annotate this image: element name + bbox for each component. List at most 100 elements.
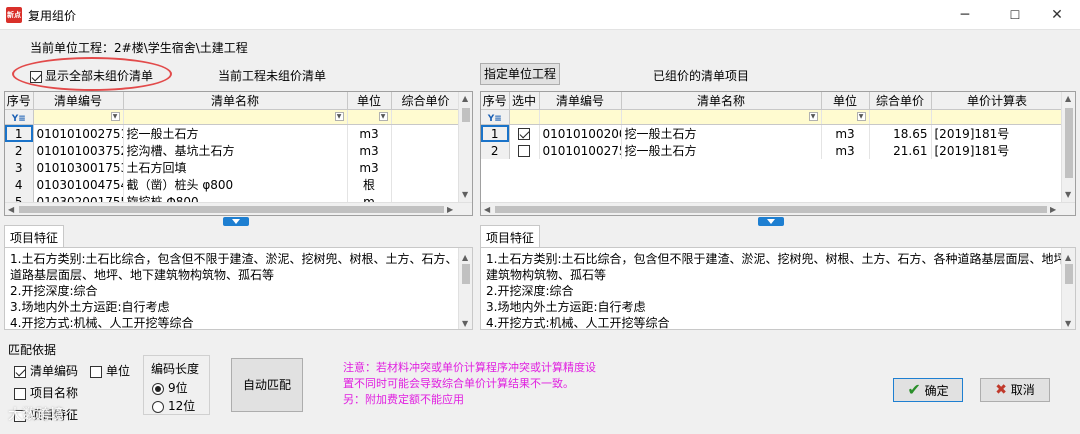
match-option-unit[interactable]: 单位 — [90, 362, 130, 379]
cell-unit[interactable]: m3 — [347, 142, 392, 159]
filter-cell[interactable]: ▼ — [821, 109, 870, 125]
right-grid[interactable]: 序号 选中 清单编号 清单名称 单位 综合单价 单价计算表 Y≡ ▼ ▼ 1 0… — [480, 91, 1076, 216]
left-grid-hscroll[interactable]: ◀ ▶ — [5, 202, 472, 215]
cell-code[interactable]: 010301004754 — [33, 176, 124, 193]
col-header-name[interactable]: 清单名称 — [621, 92, 822, 110]
col-header-no[interactable]: 序号 — [5, 92, 34, 110]
cell-code[interactable]: 010101003752 — [33, 142, 124, 159]
left-feature-text[interactable]: 1.土石方类别:土石比综合，包含但不限于建渣、淤泥、挖树兜、树根、土方、石方、各… — [4, 247, 473, 330]
left-grid[interactable]: 序号 清单编号 清单名称 单位 综合单价 Y≡ ▼ ▼ ▼ 1 01010100… — [4, 91, 473, 216]
right-feature-text[interactable]: 1.土石方类别:土石比综合，包含但不限于建渣、淤泥、挖树兜、树根、土方、石方、各… — [480, 247, 1076, 330]
row-number[interactable]: 1 — [5, 124, 34, 142]
cancel-button[interactable]: ✖ 取消 — [980, 378, 1050, 402]
specify-project-button[interactable]: 指定单位工程 — [480, 63, 560, 85]
table-row[interactable]: 2 010101003752 挖沟槽、基坑土石方 m3 — [5, 142, 461, 159]
dropdown-icon[interactable]: ▼ — [808, 112, 818, 121]
cell-code[interactable]: 010103001753 — [33, 159, 124, 176]
row-number[interactable]: 2 — [5, 142, 34, 159]
filter-cell[interactable] — [509, 109, 540, 125]
left-feature-tab[interactable]: 项目特征 — [4, 225, 65, 247]
auto-match-button[interactable]: 自动匹配 — [231, 358, 303, 412]
cell-selected[interactable] — [509, 142, 540, 159]
match-option-name[interactable]: 项目名称 — [14, 384, 78, 401]
show-all-check-icon[interactable] — [30, 70, 42, 83]
filter-cell[interactable] — [931, 109, 1064, 125]
row-number[interactable]: 3 — [5, 159, 34, 176]
close-button[interactable]: ✕ — [1034, 0, 1080, 30]
cell-price[interactable] — [391, 159, 461, 176]
dropdown-icon[interactable]: ▼ — [334, 112, 344, 121]
cell-code[interactable]: 010101002001 — [539, 124, 622, 142]
row-checkbox[interactable] — [518, 145, 530, 157]
filter-row[interactable]: Y≡ ▼ ▼ ▼ — [5, 109, 461, 125]
right-feature-tab[interactable]: 项目特征 — [480, 225, 541, 247]
scroll-thumb[interactable] — [495, 206, 1047, 213]
radio-icon[interactable] — [152, 382, 164, 395]
cell-price[interactable] — [391, 124, 461, 142]
code-length-9[interactable]: 9位 — [152, 379, 188, 396]
filter-cell[interactable] — [869, 109, 932, 125]
scroll-thumb[interactable] — [462, 108, 470, 122]
cell-name[interactable]: 挖一般土石方 — [621, 124, 822, 142]
scroll-down-icon[interactable]: ▼ — [462, 190, 468, 199]
col-header-unit[interactable]: 单位 — [347, 92, 392, 110]
cell-price[interactable]: 21.61 — [869, 142, 932, 159]
scroll-right-icon[interactable]: ▶ — [1050, 205, 1056, 214]
show-all-checkbox[interactable]: 显示全部未组价清单 — [30, 67, 153, 84]
table-row[interactable]: 3 010103001753 土石方回填 m3 — [5, 159, 461, 176]
match-option-code[interactable]: 清单编码 — [14, 362, 78, 379]
col-header-selected[interactable]: 选中 — [509, 92, 540, 110]
scroll-up-icon[interactable]: ▲ — [1065, 94, 1071, 103]
row-number[interactable]: 1 — [481, 124, 510, 142]
filter-row[interactable]: Y≡ ▼ ▼ — [481, 109, 1064, 125]
scroll-left-icon[interactable]: ◀ — [8, 205, 14, 214]
maximize-button[interactable]: ☐ — [992, 0, 1038, 30]
scroll-down-icon[interactable]: ▼ — [462, 316, 468, 329]
code-length-12[interactable]: 12位 — [152, 397, 195, 414]
filter-cell[interactable] — [539, 109, 622, 125]
right-splitter-toggle[interactable] — [758, 217, 784, 226]
table-row[interactable]: 1 010101002001 挖一般土石方 m3 18.65 [2019]181… — [481, 124, 1064, 142]
scroll-thumb[interactable] — [1065, 264, 1073, 284]
col-header-calc[interactable]: 单价计算表 — [931, 92, 1064, 110]
cell-unit[interactable]: m3 — [821, 124, 870, 142]
filter-cell[interactable]: ▼ — [33, 109, 124, 125]
col-header-no[interactable]: 序号 — [481, 92, 510, 110]
minimize-button[interactable]: ─ — [942, 0, 988, 30]
cell-selected[interactable] — [509, 124, 540, 142]
dropdown-icon[interactable]: ▼ — [378, 112, 388, 121]
row-checkbox[interactable] — [518, 128, 530, 140]
row-number[interactable]: 2 — [481, 142, 510, 159]
right-feature-vscroll[interactable]: ▲ ▼ — [1061, 248, 1075, 329]
cell-price[interactable]: 18.65 — [869, 124, 932, 142]
scroll-up-icon[interactable]: ▲ — [462, 94, 468, 103]
col-header-code[interactable]: 清单编号 — [539, 92, 622, 110]
filter-icon[interactable]: Y≡ — [12, 114, 26, 124]
filter-cell[interactable]: ▼ — [621, 109, 822, 125]
row-number[interactable]: 4 — [5, 176, 34, 193]
scroll-thumb[interactable] — [462, 264, 470, 284]
left-splitter-toggle[interactable] — [223, 217, 249, 226]
dropdown-icon[interactable]: ▼ — [856, 112, 866, 121]
scroll-down-icon[interactable]: ▼ — [1065, 316, 1071, 329]
cell-unit[interactable]: m3 — [821, 142, 870, 159]
col-header-code[interactable]: 清单编号 — [33, 92, 124, 110]
cell-price[interactable] — [391, 176, 461, 193]
col-header-price[interactable]: 综合单价 — [391, 92, 461, 110]
cell-calc[interactable]: [2019]181号 — [931, 124, 1064, 142]
cell-calc[interactable]: [2019]181号 — [931, 142, 1064, 159]
left-feature-vscroll[interactable]: ▲ ▼ — [458, 248, 472, 329]
col-header-price[interactable]: 综合单价 — [869, 92, 932, 110]
cell-name[interactable]: 挖一般土石方 — [621, 142, 822, 159]
radio-icon[interactable] — [152, 400, 164, 413]
col-header-name[interactable]: 清单名称 — [123, 92, 348, 110]
cell-unit[interactable]: m3 — [347, 159, 392, 176]
filter-cell[interactable]: ▼ — [123, 109, 348, 125]
table-row[interactable]: 1 010101002751 挖一般土石方 m3 — [5, 124, 461, 142]
cell-name[interactable]: 挖一般土石方 — [123, 124, 348, 142]
dropdown-icon[interactable]: ▼ — [110, 112, 120, 121]
scroll-left-icon[interactable]: ◀ — [484, 205, 490, 214]
filter-cell[interactable] — [391, 109, 461, 125]
cell-name[interactable]: 挖沟槽、基坑土石方 — [123, 142, 348, 159]
scroll-thumb[interactable] — [1065, 108, 1073, 178]
